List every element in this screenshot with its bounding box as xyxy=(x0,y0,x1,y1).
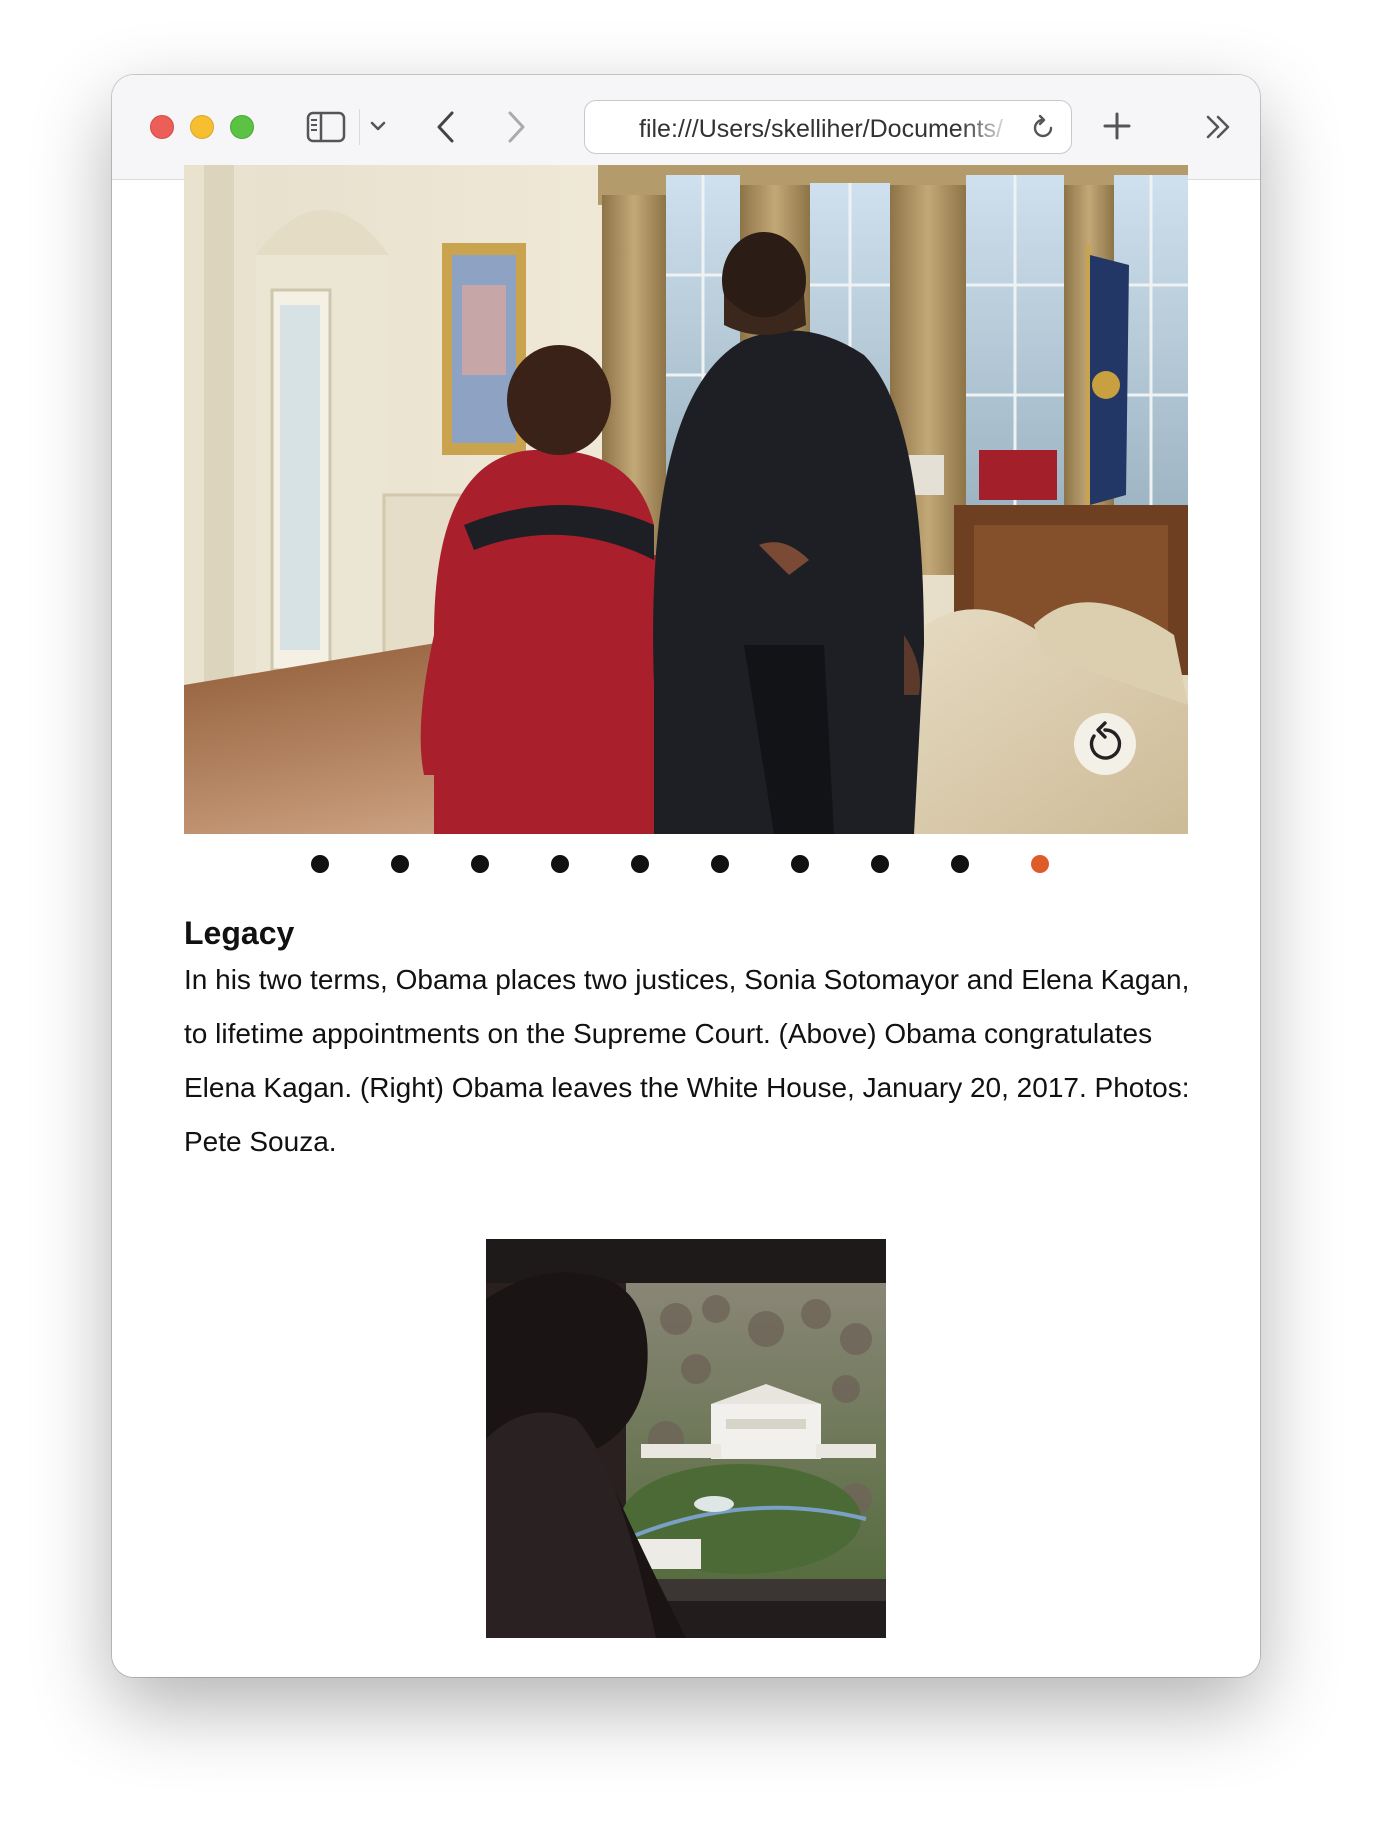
forward-arrow-icon[interactable] xyxy=(502,110,530,144)
close-window-button[interactable] xyxy=(150,115,174,139)
sidebar-icon[interactable] xyxy=(306,111,346,143)
helicopter-photo xyxy=(486,1239,886,1638)
slide-dot[interactable] xyxy=(951,855,969,873)
slide-dot[interactable] xyxy=(791,855,809,873)
slide-dot[interactable] xyxy=(1031,855,1049,873)
plus-icon[interactable] xyxy=(1102,111,1132,141)
browser-window: file:///Users/skelliher/Documents/ Legac… xyxy=(112,75,1260,1677)
url-text: file:///Users/skelliher/Documents/ xyxy=(639,115,1004,143)
reload-icon[interactable] xyxy=(1029,114,1057,142)
replay-icon xyxy=(1089,721,1122,760)
chevron-down-icon[interactable] xyxy=(369,119,387,133)
toolbar-divider xyxy=(359,109,360,145)
caption-heading: Legacy xyxy=(184,915,295,951)
caption-body: In his two terms, Obama places two justi… xyxy=(184,964,1190,1157)
slide-dot[interactable] xyxy=(551,855,569,873)
double-chevron-icon[interactable] xyxy=(1204,113,1234,141)
slideshow-photo xyxy=(184,165,1188,834)
slide-dot[interactable] xyxy=(871,855,889,873)
minimize-window-button[interactable] xyxy=(190,115,214,139)
slide-dot[interactable] xyxy=(391,855,409,873)
zoom-window-button[interactable] xyxy=(230,115,254,139)
replay-button[interactable] xyxy=(1074,713,1136,775)
slide-dot[interactable] xyxy=(311,855,329,873)
back-arrow-icon[interactable] xyxy=(432,110,460,144)
slide-dot[interactable] xyxy=(471,855,489,873)
slide-dot[interactable] xyxy=(711,855,729,873)
address-bar[interactable]: file:///Users/skelliher/Documents/ xyxy=(584,100,1072,154)
slide-dot[interactable] xyxy=(631,855,649,873)
slideshow-pagination xyxy=(112,855,1260,875)
